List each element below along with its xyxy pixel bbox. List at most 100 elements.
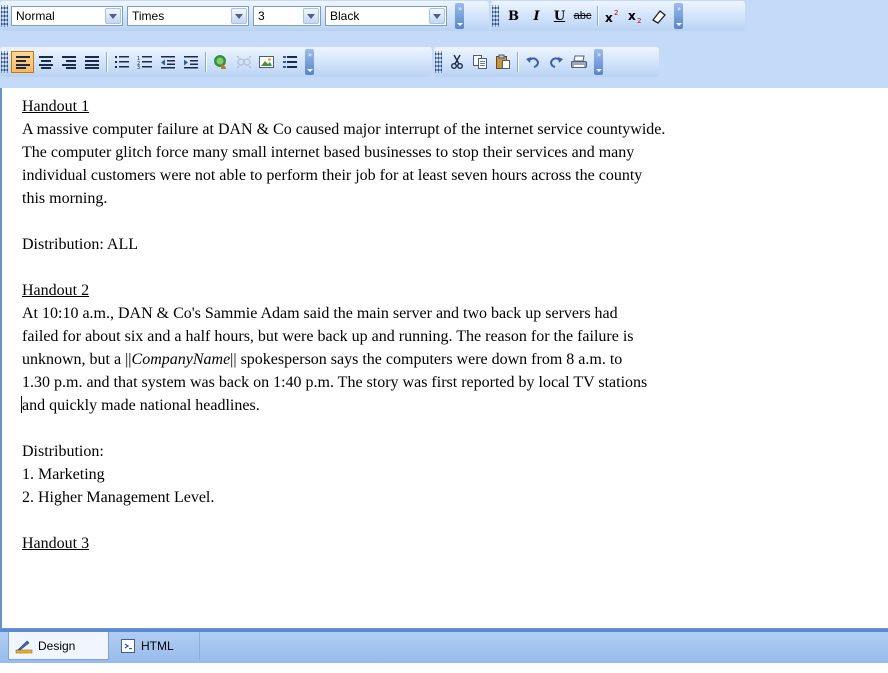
font-toolbar: Normal Times 3 Black »	[0, 1, 489, 31]
indent-icon	[183, 56, 198, 69]
unlink-icon	[235, 55, 252, 69]
svg-text:x: x	[628, 9, 636, 23]
font-size-select[interactable]: 3	[253, 6, 321, 26]
chevron-down-icon[interactable]	[231, 8, 247, 24]
format-toolbar: B I U abc x2 x2 »	[491, 1, 745, 31]
toolbar-grip[interactable]	[1, 5, 8, 27]
toolbar-grip[interactable]	[492, 5, 499, 27]
font-color-value: Black	[330, 9, 360, 23]
paragraph-style-value: Normal	[16, 9, 55, 23]
insert-image-button[interactable]	[255, 51, 278, 73]
redo-button[interactable]	[544, 51, 567, 73]
handout-1-line: individual customers were not able to pe…	[22, 167, 643, 184]
handout-1-title: Handout 1	[22, 98, 90, 115]
chevron-down-icon[interactable]	[105, 8, 121, 24]
strikethrough-button[interactable]: abc	[571, 5, 594, 27]
align-right-icon	[61, 56, 76, 69]
list-settings-icon	[282, 56, 297, 68]
italic-icon: I	[533, 8, 540, 24]
handout-3-title: Handout 3	[22, 535, 90, 552]
insert-list-button[interactable]	[278, 51, 301, 73]
chevron-down-icon[interactable]	[303, 8, 319, 24]
tab-html-label: HTML	[141, 639, 174, 653]
separator	[106, 52, 107, 72]
scissors-icon	[450, 54, 463, 69]
eraser-icon	[651, 10, 666, 24]
font-size-value: 3	[258, 9, 265, 23]
indent-button[interactable]	[179, 51, 202, 73]
separator	[205, 52, 206, 72]
svg-text:2: 2	[637, 17, 641, 24]
toolbar-options-button[interactable]: »	[455, 3, 464, 29]
toolbar-grip[interactable]	[1, 51, 8, 73]
subscript-icon: x2	[628, 9, 641, 24]
tab-html[interactable]: HTML	[114, 632, 200, 660]
paste-icon	[495, 54, 510, 69]
font-name-select[interactable]: Times	[127, 6, 249, 26]
paste-button[interactable]	[491, 51, 514, 73]
rich-text-editor: Normal Times 3 Black » B I U abc x 2 x 2…	[0, 0, 888, 663]
outdent-button[interactable]	[156, 51, 179, 73]
bullet-list-button[interactable]	[110, 51, 133, 73]
eraser-button[interactable]	[647, 5, 670, 27]
justify-button[interactable]	[80, 51, 103, 73]
handout-2-line3-pre: unknown, but a ||	[22, 351, 132, 368]
handout-2-line: 1.30 p.m. and that system was back on 1:…	[22, 374, 648, 391]
align-left-button[interactable]	[11, 51, 34, 73]
numbered-list-button[interactable]: 123	[133, 51, 156, 73]
superscript-button[interactable]: x2	[601, 5, 624, 27]
bold-button[interactable]: B	[502, 5, 525, 27]
align-center-icon	[38, 56, 53, 69]
bold-icon: B	[508, 8, 519, 24]
redo-icon	[549, 57, 563, 68]
toolbar-options-button[interactable]: »	[594, 49, 603, 75]
paragraph-style-select[interactable]: Normal	[11, 6, 123, 26]
bullet-list-icon	[114, 56, 129, 68]
subscript-button[interactable]: x2	[624, 5, 647, 27]
printer-icon	[570, 55, 587, 68]
svg-text:2: 2	[614, 9, 618, 17]
design-icon	[15, 638, 33, 654]
remove-link-button[interactable]	[232, 51, 255, 73]
handout-2-line5: and quickly made national headlines.	[22, 397, 260, 414]
distribution-item: 2. Higher Management Level.	[22, 489, 215, 506]
font-color-select[interactable]: Black	[325, 6, 447, 26]
undo-button[interactable]	[521, 51, 544, 73]
html-icon	[120, 638, 136, 654]
copy-icon	[472, 55, 487, 69]
align-right-button[interactable]	[57, 51, 80, 73]
mode-tab-bar: Design HTML	[0, 628, 888, 663]
cut-button[interactable]	[445, 51, 468, 73]
separator	[517, 52, 518, 72]
numbered-list-icon: 123	[137, 56, 152, 69]
align-center-button[interactable]	[34, 51, 57, 73]
underline-button[interactable]: U	[548, 5, 571, 27]
insert-link-button[interactable]	[209, 51, 232, 73]
handout-1-line: The computer glitch force many small int…	[22, 144, 635, 161]
tab-design-label: Design	[38, 638, 76, 653]
toolbar-options-button[interactable]: »	[305, 49, 314, 75]
handout-2-title: Handout 2	[22, 282, 90, 299]
tab-design[interactable]: Design	[8, 632, 109, 660]
toolbar-area: Normal Times 3 Black » B I U abc x 2 x 2…	[0, 0, 888, 88]
toolbar-grip[interactable]	[435, 51, 442, 73]
handout-2-line-with-caret: and quickly made national headlines.	[21, 394, 888, 417]
company-name-placeholder: CompanyName	[131, 351, 231, 368]
separator	[597, 6, 598, 26]
undo-icon	[525, 57, 539, 68]
italic-button[interactable]: I	[525, 5, 548, 27]
distribution-2: Distribution:	[22, 443, 104, 460]
handout-2-line: failed for about six and a half hours, b…	[22, 328, 634, 345]
copy-button[interactable]	[468, 51, 491, 73]
chevron-down-icon[interactable]	[429, 8, 445, 24]
distribution-1: Distribution: ALL	[22, 236, 138, 253]
handout-2-line: At 10:10 a.m., DAN & Co's Sammie Adam sa…	[22, 305, 618, 322]
print-button[interactable]	[567, 51, 590, 73]
document-content[interactable]: Handout 1 A massive computer failure at …	[0, 88, 888, 628]
handout-2-line: unknown, but a ||CompanyName|| spokesper…	[22, 348, 888, 371]
image-icon	[258, 56, 274, 68]
justify-icon	[84, 56, 99, 69]
toolbar-options-button[interactable]: »	[674, 3, 683, 29]
handout-1-line: A massive computer failure at DAN & Co c…	[22, 121, 666, 138]
